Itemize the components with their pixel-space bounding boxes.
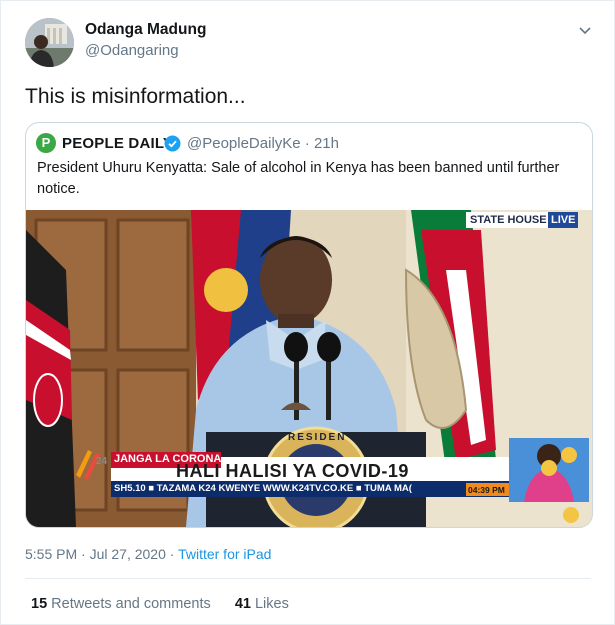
quoted-handle-time: @PeopleDailyKe · 21h (187, 135, 339, 152)
quoted-tweet[interactable]: P PEOPLE DAILY @PeopleDailyKe · 21h Pres… (25, 122, 593, 528)
retweets-count: 15 (31, 596, 48, 612)
tweet-timestamp[interactable]: 5:55 PM · Jul 27, 2020 · (25, 546, 178, 562)
retweets-stat[interactable]: 15 Retweets and comments (31, 596, 211, 612)
channel-number: 24 (96, 456, 108, 467)
tweet-stats: 15 Retweets and comments 41 Likes (31, 596, 289, 612)
author-name[interactable]: Odanga Madung (85, 21, 206, 39)
tweet-card: Odanga Madung @Odangaring This is misinf… (0, 0, 615, 625)
news-headline: HALI HALISI YA COVID-19 (176, 461, 409, 481)
author-handle[interactable]: @Odangaring (85, 42, 179, 59)
quoted-media-image[interactable]: STATE HOUSE LIVE 24 JANGA LA CORONA HALI… (26, 210, 592, 527)
quoted-author-name: PEOPLE DAILY (62, 135, 174, 152)
quoted-text: President Uhuru Kenyatta: Sale of alcoho… (37, 160, 560, 197)
broadcast-clock: 04:39 PM (468, 485, 505, 495)
tweet-metadata: 5:55 PM · Jul 27, 2020 · Twitter for iPa… (25, 546, 271, 562)
tweet-text: This is misinformation... (25, 85, 246, 108)
likes-stat[interactable]: 41 Likes (235, 596, 289, 612)
divider (25, 578, 591, 579)
likes-count: 41 (234, 596, 251, 612)
likes-label: Likes (254, 596, 289, 612)
state-house-label: STATE HOUSE (470, 214, 547, 226)
author-avatar[interactable] (25, 18, 74, 67)
chevron-down-icon[interactable] (576, 21, 594, 39)
retweets-label: Retweets and comments (51, 596, 211, 612)
news-ticker: SH5.10 ■ TAZAMA K24 KWENYE WWW.K24TV.CO.… (114, 483, 412, 494)
verified-badge-icon (164, 135, 181, 152)
tweet-source-link[interactable]: Twitter for iPad (178, 546, 271, 562)
people-daily-logo-icon: P (36, 133, 56, 153)
presidential-seal-text: RESIDEN (288, 432, 347, 443)
live-badge: LIVE (551, 214, 576, 226)
